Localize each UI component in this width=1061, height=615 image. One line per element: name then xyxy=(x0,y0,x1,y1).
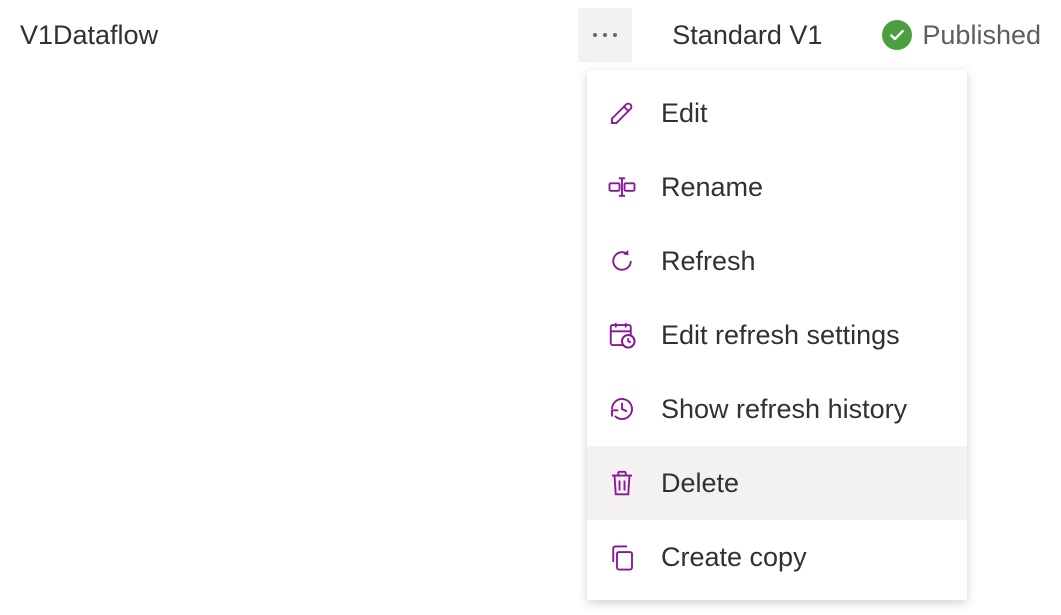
checkmark-circle-icon xyxy=(882,20,912,50)
menu-item-edit[interactable]: Edit xyxy=(587,76,967,150)
history-icon xyxy=(605,392,639,426)
context-menu: Edit Rename Refresh xyxy=(587,70,967,600)
more-options-button[interactable] xyxy=(578,8,632,62)
dataflow-name[interactable]: V1Dataflow xyxy=(20,20,158,51)
menu-item-label: Rename xyxy=(661,172,763,203)
refresh-icon xyxy=(605,244,639,278)
menu-item-label: Refresh xyxy=(661,246,756,277)
menu-item-label: Create copy xyxy=(661,542,807,573)
status-badge: Published xyxy=(882,20,1041,51)
ellipsis-icon xyxy=(593,33,597,37)
menu-item-label: Edit xyxy=(661,98,708,129)
rename-icon xyxy=(605,170,639,204)
menu-item-edit-refresh-settings[interactable]: Edit refresh settings xyxy=(587,298,967,372)
menu-item-refresh[interactable]: Refresh xyxy=(587,224,967,298)
status-label: Published xyxy=(922,20,1041,51)
calendar-clock-icon xyxy=(605,318,639,352)
dataflow-type: Standard V1 xyxy=(672,20,822,51)
trash-icon xyxy=(605,466,639,500)
copy-icon xyxy=(605,540,639,574)
menu-item-label: Delete xyxy=(661,468,739,499)
menu-item-rename[interactable]: Rename xyxy=(587,150,967,224)
menu-item-label: Show refresh history xyxy=(661,394,907,425)
menu-item-delete[interactable]: Delete xyxy=(587,446,967,520)
menu-item-label: Edit refresh settings xyxy=(661,320,900,351)
menu-item-create-copy[interactable]: Create copy xyxy=(587,520,967,594)
dataflow-row: V1Dataflow Standard V1 Published xyxy=(0,0,1061,70)
menu-item-show-refresh-history[interactable]: Show refresh history xyxy=(587,372,967,446)
pencil-icon xyxy=(605,96,639,130)
